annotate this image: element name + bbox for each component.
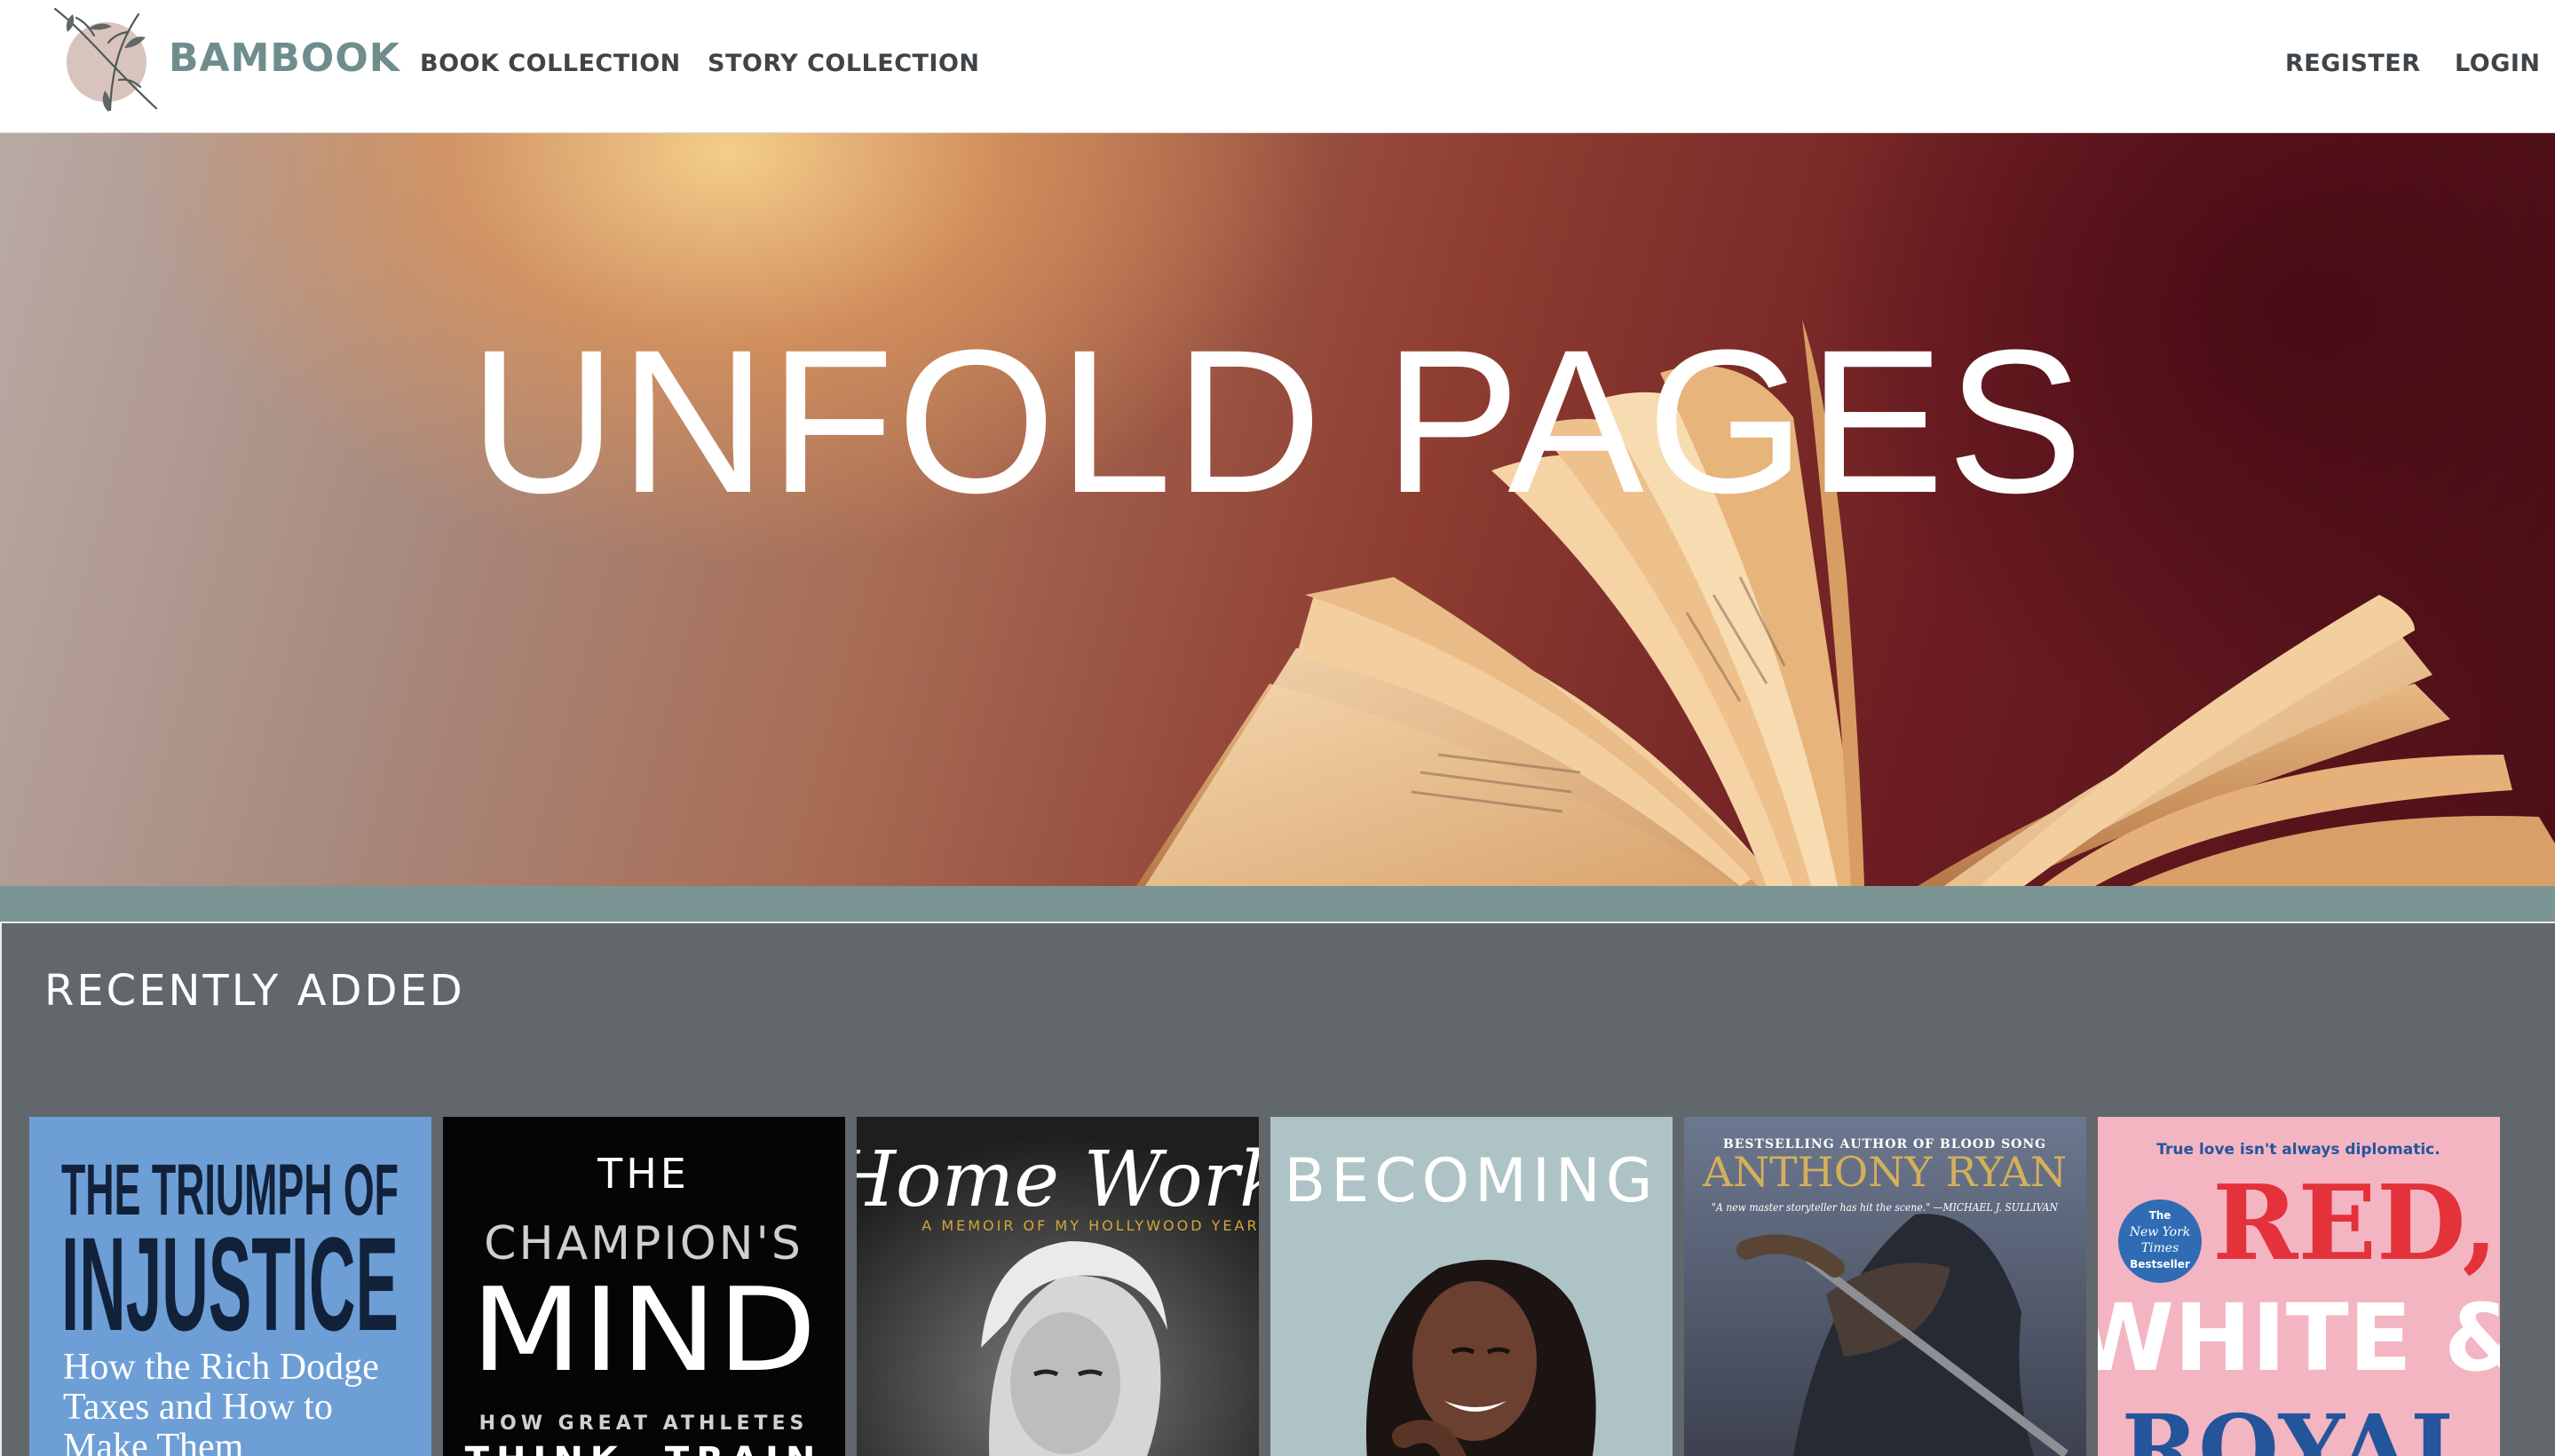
section-title: RECENTLY ADDED <box>44 966 465 1016</box>
divider-strip <box>0 886 2555 922</box>
nav-register[interactable]: REGISTER <box>2285 50 2421 77</box>
book-author: ANTHONY RYAN <box>1702 1148 2067 1196</box>
book-tagline: True love isn't always diplomatic. <box>2156 1141 2440 1159</box>
top-navbar: BAMBOOK BOOK COLLECTION STORY COLLECTION… <box>0 0 2555 133</box>
book-title: BECOMING <box>1285 1146 1658 1216</box>
book-card-triumph-of-injustice[interactable]: THE TRIUMPH OF INJUSTICE How the Rich Do… <box>29 1117 431 1456</box>
brand-name[interactable]: BAMBOOK <box>169 36 400 81</box>
book-subtitle-line2: THINK, TRAIN <box>465 1440 823 1456</box>
recently-added-section: RECENTLY ADDED THE TRIUMPH OF INJUSTICE … <box>0 922 2555 1456</box>
book-title: Home Work <box>857 1136 1259 1224</box>
bamboo-logo-icon[interactable] <box>50 5 162 117</box>
hero-banner: UNFOLD PAGES <box>0 133 2555 886</box>
badge-line1: The <box>2149 1209 2171 1222</box>
badge-line2: New York <box>2129 1225 2191 1239</box>
book-title-line2: INJUSTICE <box>61 1209 399 1358</box>
book-title-line3: ROYAL <box>2122 1394 2475 1456</box>
book-title-line1: THE <box>597 1150 690 1198</box>
nav-story-collection[interactable]: STORY COLLECTION <box>708 50 980 77</box>
nav-book-collection[interactable]: BOOK COLLECTION <box>420 50 681 77</box>
book-card-home-work[interactable]: Home Work A MEMOIR OF MY HOLLYWOOD YEARS <box>857 1117 1259 1456</box>
book-subtitle-line2: Taxes and How to <box>63 1387 333 1428</box>
hero-title: UNFOLD PAGES <box>469 307 2086 535</box>
book-quote: "A new master storyteller has hit the sc… <box>1712 1201 2058 1214</box>
book-card-becoming[interactable]: BECOMING <box>1270 1117 1673 1456</box>
badge-line3: Times <box>2141 1241 2179 1255</box>
book-card-red-white-royal-blue[interactable]: True love isn't always diplomatic. The N… <box>2098 1117 2500 1456</box>
book-title-line2: WHITE & <box>2098 1284 2500 1392</box>
book-card-anthony-ryan[interactable]: BESTSELLING AUTHOR OF BLOOD SONG ANTHONY… <box>1684 1117 2086 1456</box>
book-title-line3: MIND <box>471 1262 817 1397</box>
book-subtitle-line1: How the Rich Dodge <box>63 1347 379 1388</box>
nav-login[interactable]: LOGIN <box>2455 50 2541 77</box>
book-card-champions-mind[interactable]: THE CHAMPION'S MIND HOW GREAT ATHLETES T… <box>443 1117 845 1456</box>
badge-line4: Bestseller <box>2130 1258 2190 1270</box>
book-subtitle-line3: Make Them <box>63 1427 244 1456</box>
book-subtitle: A MEMOIR OF MY HOLLYWOOD YEARS <box>922 1217 1259 1234</box>
book-title-line1: RED, <box>2212 1163 2498 1284</box>
book-subtitle-line1: HOW GREAT ATHLETES <box>479 1412 809 1435</box>
